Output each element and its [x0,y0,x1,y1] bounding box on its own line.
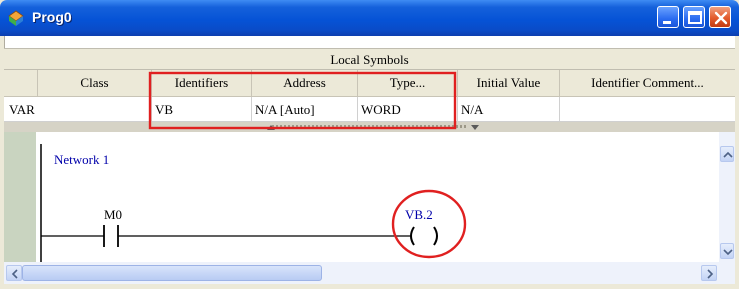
ladder-drawing [40,71,467,262]
program-window: Prog0 Local Symbols Class Identifiers Ad… [0,0,739,289]
vertical-scrollbar[interactable] [719,132,735,262]
highlight-rectangle [148,71,457,130]
scroll-right-button[interactable] [701,265,717,281]
scroll-up-icon [723,151,733,158]
coil-left-arc [410,226,415,246]
scroll-up-button[interactable] [720,146,734,162]
coil-right-arc [433,226,438,246]
highlight-circle [391,189,467,259]
scroll-left-icon [11,269,18,279]
scroll-right-icon [707,269,714,279]
scroll-left-button[interactable] [6,265,22,281]
scroll-down-icon [723,249,733,256]
scroll-down-button[interactable] [720,243,734,259]
horizontal-scroll-thumb[interactable] [22,265,322,281]
